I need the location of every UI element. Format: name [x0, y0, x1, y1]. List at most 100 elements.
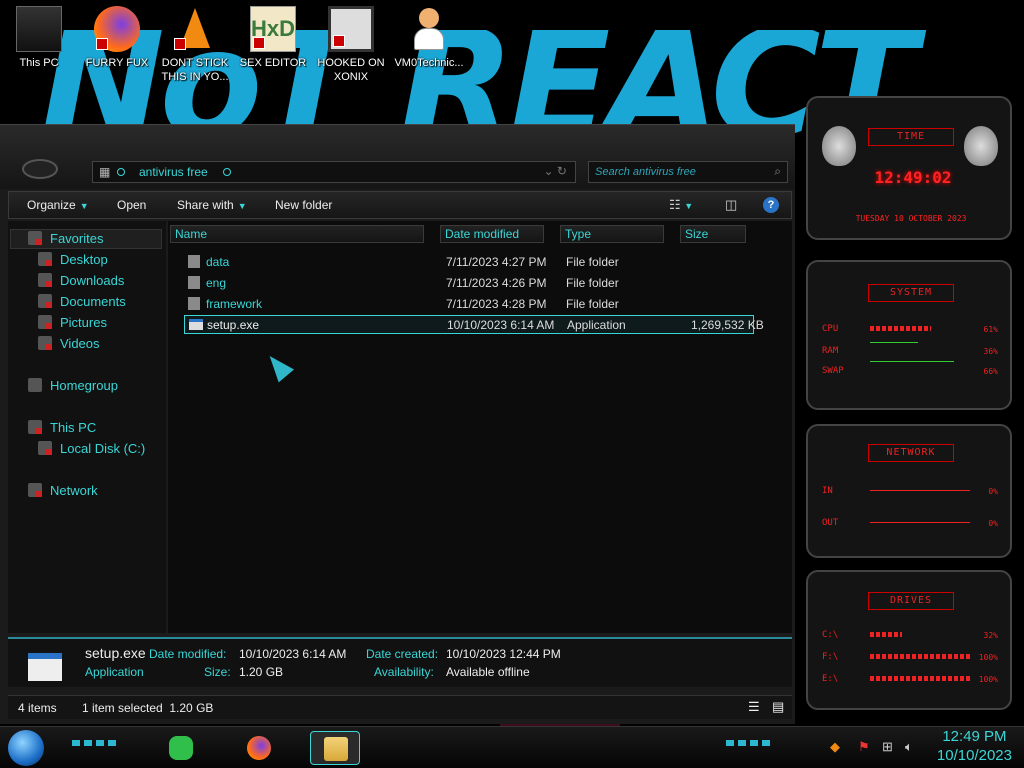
action-center-icon[interactable]: ⚑: [858, 739, 870, 755]
refresh-icon[interactable]: ⌄ ↻: [544, 164, 567, 178]
desktop-icon-vm0[interactable]: VM0Technic...: [390, 6, 468, 70]
time-gadget: TIME 12:49:02 TUESDAY 10 OCTOBER 2023: [806, 96, 1012, 240]
new-folder-button[interactable]: New folder: [275, 198, 332, 212]
file-name: setup.exe: [207, 318, 260, 332]
firefox-icon: [94, 6, 140, 52]
star-icon: [28, 231, 42, 245]
file-date: 10/10/2023 6:14 AM: [447, 318, 555, 332]
file-row[interactable]: eng 7/11/2023 4:26 PM File folder: [184, 274, 754, 293]
net-out-graph: [870, 522, 970, 523]
file-type: File folder: [566, 255, 619, 269]
ram-label: RAM: [822, 346, 839, 356]
file-row-selected[interactable]: setup.exe 10/10/2023 6:14 AM Application…: [184, 315, 764, 334]
drive-e-label: E:\: [822, 674, 839, 684]
nav-pictures[interactable]: Pictures: [38, 315, 107, 330]
view-options-icon[interactable]: ☷ ▼: [669, 197, 693, 213]
tray-app-icon[interactable]: ◆: [830, 739, 840, 755]
taskbar: ◆ ⚑ ⊞ 🔈︎ 12:49 PM 10/10/2023: [0, 726, 1024, 768]
gadgets-sidebar: TIME 12:49:02 TUESDAY 10 OCTOBER 2023 SY…: [796, 90, 1024, 720]
downloads-icon: [38, 273, 52, 287]
drive-e-value: 100%: [978, 675, 998, 684]
back-forward-button[interactable]: [22, 159, 58, 179]
tiles-view-icon[interactable]: ▤: [772, 699, 784, 715]
nav-videos[interactable]: Videos: [38, 336, 100, 351]
taskbar-app-firefox[interactable]: [234, 731, 284, 765]
nav-downloads[interactable]: Downloads: [38, 273, 124, 288]
file-date: 7/11/2023 4:26 PM: [446, 276, 547, 290]
volume-icon[interactable]: 🔈︎: [905, 739, 913, 755]
preview-pane-icon[interactable]: ◫: [725, 197, 737, 213]
desktop-icon-firefox[interactable]: FURRY FUX: [78, 6, 156, 70]
details-pane: setup.exe Application Date modified: 10/…: [8, 637, 792, 687]
documents-icon: [38, 294, 52, 308]
drives-title: DRIVES: [868, 592, 954, 610]
taskbar-app-notes[interactable]: [156, 731, 206, 765]
nav-local-disk[interactable]: Local Disk (C:): [38, 441, 145, 456]
cpu-label: CPU: [822, 324, 839, 334]
net-out-label: OUT: [822, 518, 839, 528]
desktop-icon-vlc[interactable]: DONT STICK THIS IN YO...: [156, 6, 234, 84]
address-bar[interactable]: ▦ antivirus free ⌄ ↻: [92, 161, 576, 183]
vlc-icon: [172, 6, 218, 52]
file-date: 7/11/2023 4:28 PM: [446, 297, 547, 311]
details-date-modified-label: Date modified:: [149, 647, 227, 661]
taskbar-decoration: [726, 740, 770, 746]
firefox-icon: [247, 736, 271, 760]
nav-desktop[interactable]: Desktop: [38, 252, 108, 267]
nav-documents[interactable]: Documents: [38, 294, 126, 309]
net-in-graph: [870, 490, 970, 491]
open-button[interactable]: Open: [117, 198, 146, 212]
taskbar-decoration: [72, 740, 116, 746]
desktop-icon: [38, 252, 52, 266]
alien-head-icon: [964, 126, 998, 166]
details-view-icon[interactable]: ☰: [748, 699, 760, 715]
help-icon[interactable]: ?: [763, 197, 779, 213]
folder-icon: [188, 255, 200, 268]
column-header-date[interactable]: Date modified: [440, 225, 544, 243]
breadcrumb-separator-icon: [117, 168, 125, 176]
details-availability-label: Availability:: [374, 665, 434, 679]
cpu-value: 61%: [983, 325, 998, 334]
net-out-value: 0%: [988, 519, 998, 528]
share-with-button[interactable]: Share with ▼: [177, 198, 247, 212]
network-tray-icon[interactable]: ⊞: [882, 739, 893, 755]
desktop-icon-label: VM0Technic...: [394, 57, 464, 69]
file-name: eng: [206, 276, 227, 290]
search-input[interactable]: Search antivirus free: [595, 166, 696, 178]
desktop-icon-xonix[interactable]: HOOKED ON XONIX: [312, 6, 390, 84]
address-text[interactable]: antivirus free: [139, 165, 208, 179]
nav-homegroup[interactable]: Homegroup: [28, 378, 118, 393]
nav-network[interactable]: Network: [28, 483, 98, 498]
column-header-name[interactable]: Name: [170, 225, 424, 243]
search-box[interactable]: Search antivirus free ⌕: [588, 161, 788, 183]
file-row[interactable]: framework 7/11/2023 4:28 PM File folder: [184, 295, 754, 314]
taskbar-clock[interactable]: 12:49 PM 10/10/2023: [937, 727, 1012, 765]
desktop-icon-hxd[interactable]: HxD SEX EDITOR: [234, 6, 312, 70]
drive-c-value: 32%: [983, 631, 998, 640]
drive-icon: [38, 441, 52, 455]
drive-f-value: 100%: [978, 653, 998, 662]
nav-this-pc[interactable]: This PC: [28, 420, 96, 435]
desktop-icon-this-pc[interactable]: This PC: [0, 6, 78, 70]
desktop-icon-label: SEX EDITOR: [239, 57, 307, 69]
status-selection: 1 item selected 1.20 GB: [82, 701, 214, 715]
details-availability: Available offline: [446, 665, 530, 679]
search-icon: ⌕: [774, 164, 781, 178]
start-button[interactable]: [8, 730, 44, 766]
application-icon: [28, 653, 62, 681]
file-type: File folder: [566, 276, 619, 290]
user-icon: [406, 6, 452, 52]
column-header-type[interactable]: Type: [560, 225, 664, 243]
drive-f-label: F:\: [822, 652, 839, 662]
file-row[interactable]: data 7/11/2023 4:27 PM File folder: [184, 253, 754, 272]
navigation-pane: Favorites Desktop Downloads Documents Pi…: [8, 221, 166, 633]
window-header: ▦ antivirus free ⌄ ↻ Search antivirus fr…: [0, 125, 795, 189]
system-title: SYSTEM: [868, 284, 954, 302]
column-header-size[interactable]: Size: [680, 225, 746, 243]
organize-button[interactable]: Organize ▼: [27, 198, 89, 212]
alien-head-icon: [822, 126, 856, 166]
notes-icon: [169, 736, 193, 760]
taskbar-time: 12:49 PM: [942, 728, 1007, 745]
taskbar-app-explorer[interactable]: [310, 731, 360, 765]
nav-favorites[interactable]: Favorites: [28, 231, 103, 246]
